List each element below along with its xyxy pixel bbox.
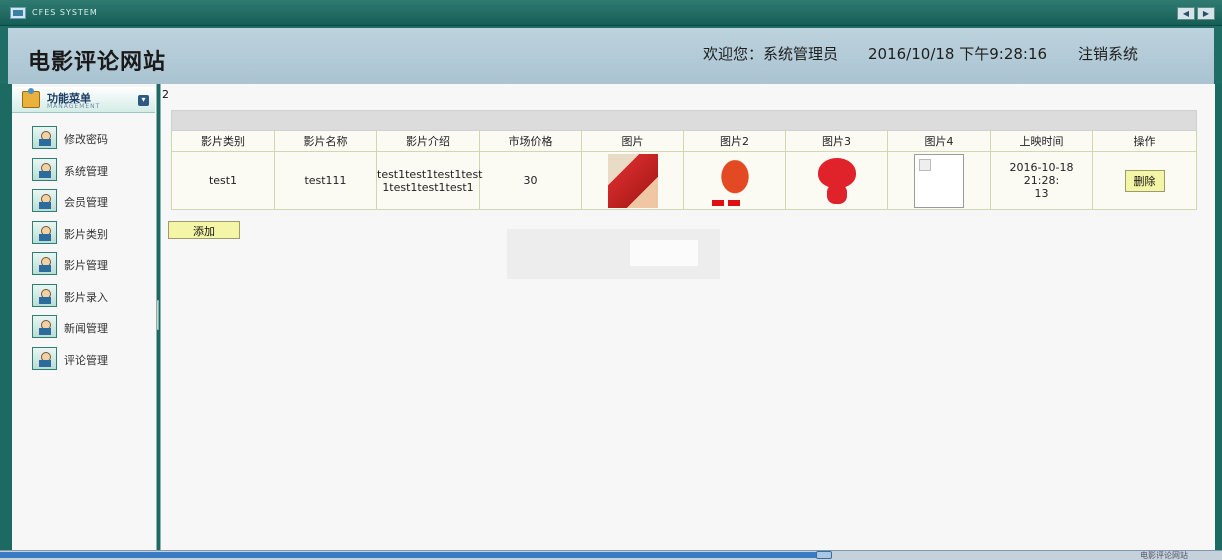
cell-image-3 (785, 151, 888, 210)
sidebar-item-label: 影片管理 (64, 259, 108, 272)
cell-category: test1 (171, 151, 275, 210)
menu-subtitle: MANAGEMENT (47, 103, 101, 110)
cell-image-4 (887, 151, 991, 210)
user-icon (32, 126, 57, 149)
film-table: 影片类别 影片名称 影片介绍 市场价格 图片 图片2 图片3 图片4 上映时间 … (170, 110, 1198, 210)
sidebar-item-change-password[interactable]: 修改密码 (32, 126, 150, 150)
sidebar-item-system-management[interactable]: 系统管理 (32, 158, 150, 182)
column-header: 图片4 (887, 130, 991, 152)
collapse-icon[interactable]: ▾ (138, 95, 149, 106)
column-header: 市场价格 (479, 130, 582, 152)
cell-release-time: 2016-10-18 21:28: 13 (990, 151, 1093, 210)
site-header: 电影评论网站 欢迎您：系统管理员 2016/10/18 下午9:28:16 注销… (0, 26, 1222, 84)
sidebar-item-label: 修改密码 (64, 133, 108, 146)
cell-image-2 (683, 151, 786, 210)
column-header: 上映时间 (990, 130, 1093, 152)
page-number: 2 (162, 88, 169, 101)
table-header-row: 影片类别 影片名称 影片介绍 市场价格 图片 图片2 图片3 图片4 上映时间 … (171, 130, 1198, 152)
bottom-status-bar: 电影评论网站 (0, 550, 1222, 560)
sidebar-item-film-category[interactable]: 影片类别 (32, 221, 150, 245)
sidebar-item-film-management[interactable]: 影片管理 (32, 252, 150, 276)
drag-ghost-inner (630, 240, 698, 266)
column-header: 操作 (1091, 130, 1198, 152)
system-logo-icon (10, 7, 26, 19)
column-header: 影片类别 (171, 130, 275, 152)
menu-folder-icon (22, 88, 40, 108)
welcome-text: 欢迎您：系统管理员 (703, 45, 839, 63)
horizontal-scrollbar-track[interactable] (0, 552, 820, 558)
release-line: 2016-10-18 21:28: (1009, 161, 1074, 187)
frame-splitter[interactable] (156, 300, 159, 330)
status-text: 电影评论网站 (1140, 551, 1188, 560)
column-header: 图片2 (683, 130, 786, 152)
sidebar-item-comment-management[interactable]: 评论管理 (32, 347, 150, 371)
cell-actions: 删除 (1091, 151, 1198, 210)
user-icon (32, 158, 57, 181)
sidebar-item-label: 评论管理 (64, 354, 108, 367)
cell-name: test111 (274, 151, 377, 210)
table-caption-bar (170, 110, 1198, 131)
film-image-thumbnail (709, 153, 760, 208)
column-header: 图片3 (785, 130, 888, 152)
menu-header: 功能菜单 MANAGEMENT ▾ (12, 87, 155, 113)
site-title: 电影评论网站 (28, 50, 167, 75)
sidebar-item-label: 影片录入 (64, 291, 108, 304)
column-header: 影片名称 (274, 130, 377, 152)
current-datetime: 2016/10/18 下午9:28:16 (868, 45, 1048, 63)
scrollbar-thumb[interactable] (816, 551, 832, 559)
chevron-left-icon[interactable]: ◀ (1177, 7, 1195, 20)
cell-image-1 (581, 151, 684, 210)
column-header: 影片介绍 (376, 130, 480, 152)
delete-button[interactable]: 删除 (1124, 169, 1165, 192)
logout-link[interactable]: 注销系统 (1078, 43, 1138, 64)
user-icon (32, 315, 57, 338)
sidebar-item-film-entry[interactable]: 影片录入 (32, 284, 150, 308)
sidebar-item-label: 会员管理 (64, 196, 108, 209)
table-row: test1 test111 test1test1test1test 1test1… (171, 151, 1198, 210)
film-image-thumbnail (812, 154, 862, 208)
user-icon (32, 347, 57, 370)
film-image-thumbnail (607, 153, 658, 208)
sidebar-item-member-management[interactable]: 会员管理 (32, 189, 150, 213)
intro-line: test1test1test1test (377, 167, 483, 181)
release-line: 13 (1034, 187, 1049, 200)
intro-line: 1test1test1test1 (382, 180, 474, 194)
add-button[interactable]: 添加 (168, 221, 240, 239)
cell-intro: test1test1test1test 1test1test1test1 (376, 151, 483, 210)
sidebar-item-label: 新闻管理 (64, 322, 108, 335)
chevron-right-icon[interactable]: ▶ (1197, 7, 1215, 20)
sidebar-item-label: 系统管理 (64, 165, 108, 178)
column-header: 图片 (581, 130, 684, 152)
right-frame-edge (1215, 84, 1222, 550)
user-icon (32, 221, 57, 244)
system-titlebar: CFES SYSTEM ◀ ▶ (0, 0, 1222, 26)
sidebar-menu: 功能菜单 MANAGEMENT ▾ 修改密码 系统管理 会员管理 影片类别 影片… (0, 84, 160, 550)
system-title: CFES SYSTEM (32, 8, 98, 17)
sidebar-item-news-management[interactable]: 新闻管理 (32, 315, 150, 339)
broken-image-icon (914, 153, 964, 208)
cell-price: 30 (479, 151, 582, 210)
user-icon (32, 252, 57, 275)
sidebar-item-label: 影片类别 (64, 228, 108, 241)
user-icon (32, 284, 57, 307)
user-icon (32, 189, 57, 212)
